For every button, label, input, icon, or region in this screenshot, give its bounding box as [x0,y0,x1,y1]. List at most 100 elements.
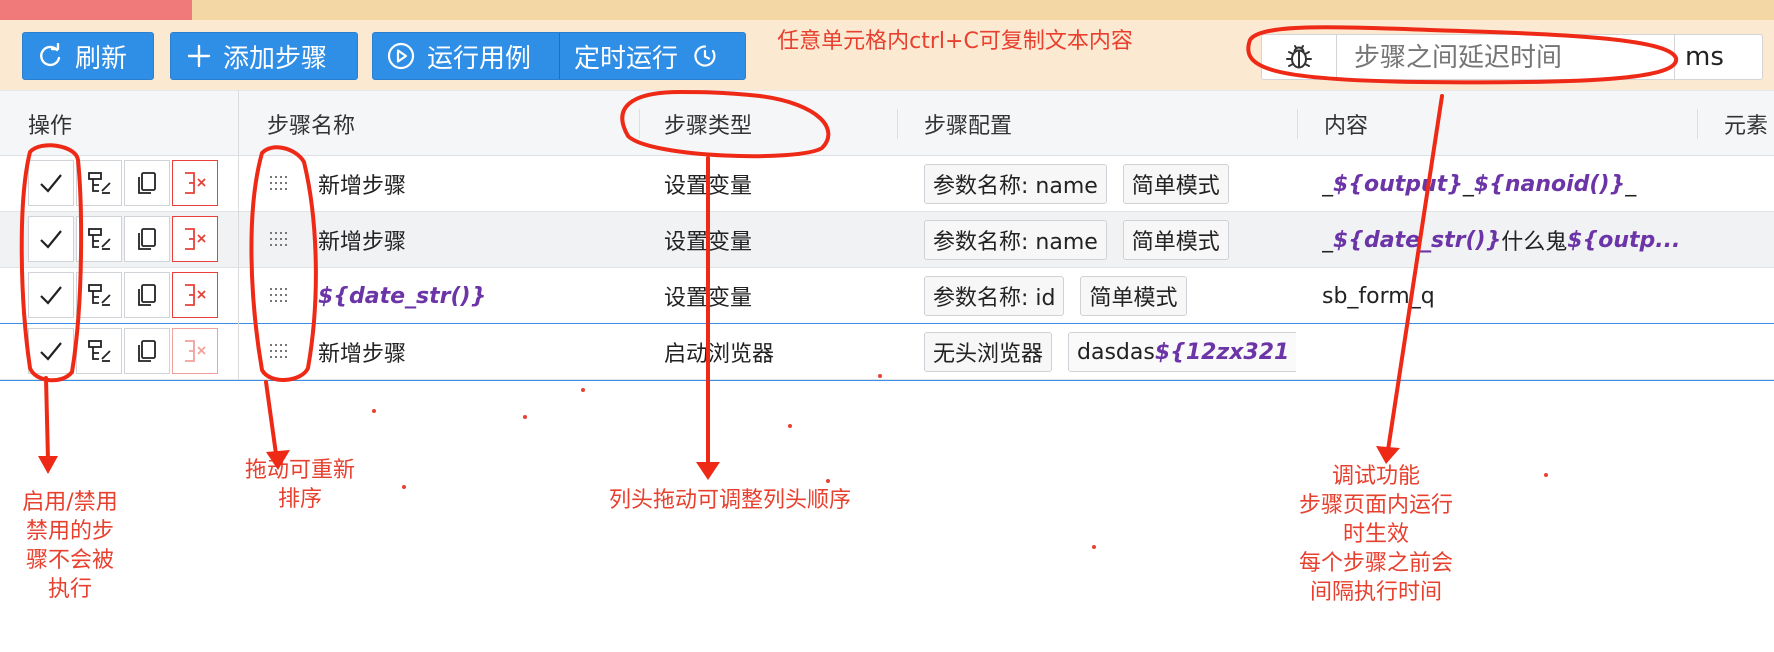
content-cell[interactable]: sb_form_q [1322,268,1682,324]
column-header-element[interactable]: 元素 [1698,91,1774,157]
plus-icon [187,44,211,68]
drag-handle-icon[interactable] [268,341,290,365]
copy-tip: 任意单元格内ctrl+C可复制文本内容 [777,29,1133,54]
add-step-button[interactable]: 添加步骤 [170,32,358,80]
content-cell[interactable] [1322,324,1682,380]
run-case-label: 运行用例 [427,43,532,74]
table-row[interactable]: 新增步骤 启动浏览器 无头浏览器 dasdas ${12zx321 [0,323,1774,381]
table-row[interactable]: 新增步骤 设置变量 参数名称: name 简单模式 _ ${output} _ ${n… [0,156,1774,212]
table-row[interactable]: ${date_str()} 设置变量 参数名称: id 简单模式 sb_form… [0,268,1774,324]
drag-handle-icon[interactable] [268,229,290,253]
column-header-label: 内容 [1324,114,1369,139]
annotation-dot [878,374,882,378]
clock-icon [692,43,718,69]
step-config-cell[interactable]: 参数名称: name 简单模式 [924,212,1296,268]
column-header-step-config[interactable]: 步骤配置 [898,91,1298,157]
annotation-dot [788,424,792,428]
content-text: _ [1462,171,1474,197]
copy-icon[interactable] [124,328,170,374]
content-text: 什么鬼 [1501,230,1568,255]
enable-toggle-check-icon[interactable] [28,160,74,206]
top-strip [0,0,1774,20]
refresh-icon [37,43,63,69]
step-name-cell[interactable]: 新增步骤 [318,156,618,212]
column-header-label: 步骤名称 [267,114,356,139]
drag-handle-icon[interactable] [268,173,290,197]
step-delay-input[interactable] [1352,35,1656,81]
content-text: _ [1322,227,1333,253]
delete-step-icon[interactable] [172,216,218,262]
add-step-label: 添加步骤 [223,43,328,74]
config-tag: 参数名称: name [924,220,1107,260]
step-config-cell[interactable]: 参数名称: name 简单模式 [924,156,1296,212]
annotation-debug: 调试功能 步骤页面内运行 时生效 每个步骤之前会 间隔执行时间 [1276,462,1476,607]
column-header-label: 元素 [1724,114,1769,139]
step-type-cell[interactable]: 启动浏览器 [664,324,884,380]
annotation-dot [523,415,527,419]
copy-icon[interactable] [124,272,170,318]
edit-flow-icon[interactable] [76,160,122,206]
drag-handle-icon[interactable] [268,285,290,309]
annotation-text: 启用/禁用 禁用的步 骤不会被 执行 [22,490,118,602]
debug-bug-icon[interactable] [1262,35,1337,79]
copy-icon[interactable] [124,160,170,206]
config-tag: 参数名称: id [924,276,1065,316]
content-cell[interactable]: _ ${date_str()} 什么鬼 ${outp... [1322,212,1682,268]
column-header-step-type[interactable]: 步骤类型 [640,91,898,157]
edit-flow-icon[interactable] [76,328,122,374]
annotation-dot [826,479,830,483]
step-name-cell[interactable]: 新增步骤 [318,212,618,268]
content-variable: ${output} [1333,171,1463,197]
edit-flow-icon[interactable] [76,216,122,262]
column-divider [238,90,239,380]
step-name-cell[interactable]: 新增步骤 [318,324,618,380]
toolbar: 刷新 添加步骤 运行用例 定时运行 任意单元格内ctrl+C可复制文本内容 ms [0,20,1774,90]
column-header-step-name[interactable]: 步骤名称 [238,91,640,157]
content-variable: ${nanoid()} [1473,171,1626,197]
step-type-cell[interactable]: 设置变量 [664,212,884,268]
content-text: _ [1625,171,1637,197]
column-header-content[interactable]: 内容 [1298,91,1698,157]
config-tag: 参数名称: name [924,164,1107,204]
enable-toggle-check-icon[interactable] [28,272,74,318]
annotation-dot [581,388,585,392]
scheduled-run-button[interactable]: 定时运行 [560,33,718,79]
column-header-actions[interactable]: 操作 [0,91,238,157]
annotation-text: 拖动可重新 排序 [244,458,355,512]
column-header-label: 步骤配置 [924,114,1013,139]
step-name-cell[interactable]: ${date_str()} [318,268,618,324]
table-row[interactable]: 新增步骤 设置变量 参数名称: name 简单模式 _ ${date_str()}… [0,212,1774,268]
config-input[interactable]: dasdas ${12zx321 [1068,332,1296,372]
step-config-cell[interactable]: 无头浏览器 dasdas ${12zx321 [924,324,1296,380]
step-type-cell[interactable]: 设置变量 [664,156,884,212]
delay-unit: ms [1674,35,1762,79]
annotation-dot [1092,545,1096,549]
content-cell[interactable]: _ ${output} _ ${nanoid()} _ [1322,156,1682,212]
config-tag: 简单模式 [1080,276,1187,316]
step-type-cell[interactable]: 设置变量 [664,268,884,324]
delete-step-icon[interactable] [172,160,218,206]
enable-toggle-check-icon[interactable] [28,328,74,374]
annotation-dot [402,485,406,489]
copy-icon[interactable] [124,216,170,262]
step-config-cell[interactable]: 参数名称: id 简单模式 [924,268,1296,324]
edit-flow-icon[interactable] [76,272,122,318]
delete-step-icon[interactable] [172,328,218,374]
step-delay-control: ms [1261,34,1763,81]
run-button-group: 运行用例 定时运行 [372,32,746,80]
annotation-text: 调试功能 步骤页面内运行 时生效 每个步骤之前会 间隔执行时间 [1298,464,1453,605]
refresh-button[interactable]: 刷新 [22,32,154,80]
row-actions [28,160,220,206]
run-case-button[interactable]: 运行用例 [373,33,560,79]
enable-toggle-check-icon[interactable] [28,216,74,262]
config-input-variable: ${12zx321 [1154,339,1290,365]
scheduled-run-label: 定时运行 [574,43,679,74]
column-header-label: 操作 [28,114,73,139]
content-text: sb_form_q [1322,283,1435,309]
content-variable: ${outp... [1567,227,1681,253]
row-actions [28,272,220,318]
content-text: _ [1322,171,1333,197]
config-tag: 无头浏览器 [924,332,1053,372]
column-header-label: 步骤类型 [664,114,753,139]
delete-step-icon[interactable] [172,272,218,318]
